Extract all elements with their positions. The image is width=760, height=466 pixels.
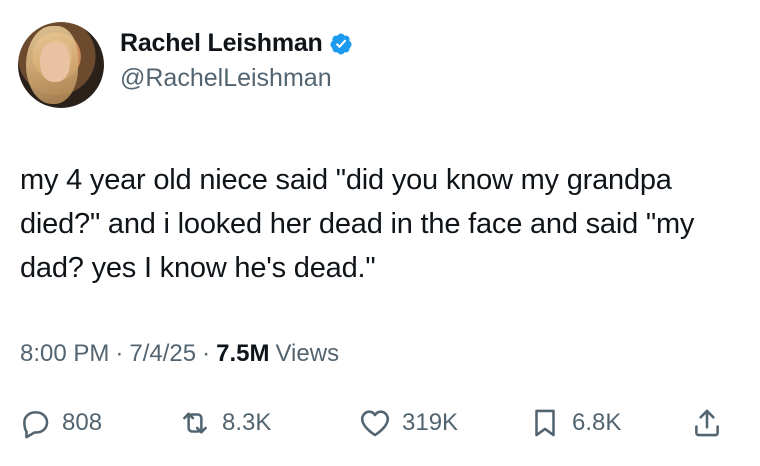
- verified-badge-icon: [330, 33, 352, 54]
- repost-icon: [183, 412, 207, 434]
- tweet-text: my 4 year old niece said "did you know m…: [20, 164, 695, 284]
- avatar-face: [40, 42, 70, 82]
- author-names: Rachel Leishman @RachelLeishman: [120, 29, 353, 93]
- like-icon: [360, 410, 390, 437]
- like-button[interactable]: 319K: [358, 403, 458, 443]
- handle[interactable]: @RachelLeishman: [120, 64, 353, 93]
- meta-separator: ·: [115, 340, 124, 367]
- views-label: Views: [275, 340, 340, 367]
- display-name[interactable]: Rachel Leishman: [120, 29, 323, 58]
- reply-icon: [23, 411, 49, 439]
- tweet-meta: 8:00 PM · 7/4/25 · 7.5M Views: [20, 340, 339, 368]
- reply-count: 808: [62, 409, 103, 436]
- repost-count: 8.3K: [222, 409, 272, 436]
- views-count: 7.5M: [216, 340, 270, 367]
- name-row: Rachel Leishman: [120, 29, 353, 58]
- bookmark-button[interactable]: 6.8K: [528, 403, 621, 443]
- reply-button[interactable]: 808: [18, 403, 102, 443]
- share-icon: [695, 409, 719, 437]
- meta-separator: ·: [202, 340, 211, 367]
- tweet-time[interactable]: 8:00 PM: [20, 340, 109, 368]
- repost-button[interactable]: 8.3K: [178, 403, 271, 443]
- avatar[interactable]: [18, 22, 104, 108]
- tweet-date[interactable]: 7/4/25: [129, 340, 196, 368]
- bookmark-count: 6.8K: [572, 409, 622, 436]
- like-count: 319K: [402, 409, 459, 436]
- action-bar: 808 8.3K 319K 6.8K: [18, 403, 742, 443]
- bookmark-icon: [535, 409, 555, 437]
- share-button[interactable]: [690, 403, 724, 443]
- tweet-header: Rachel Leishman @RachelLeishman: [18, 22, 353, 108]
